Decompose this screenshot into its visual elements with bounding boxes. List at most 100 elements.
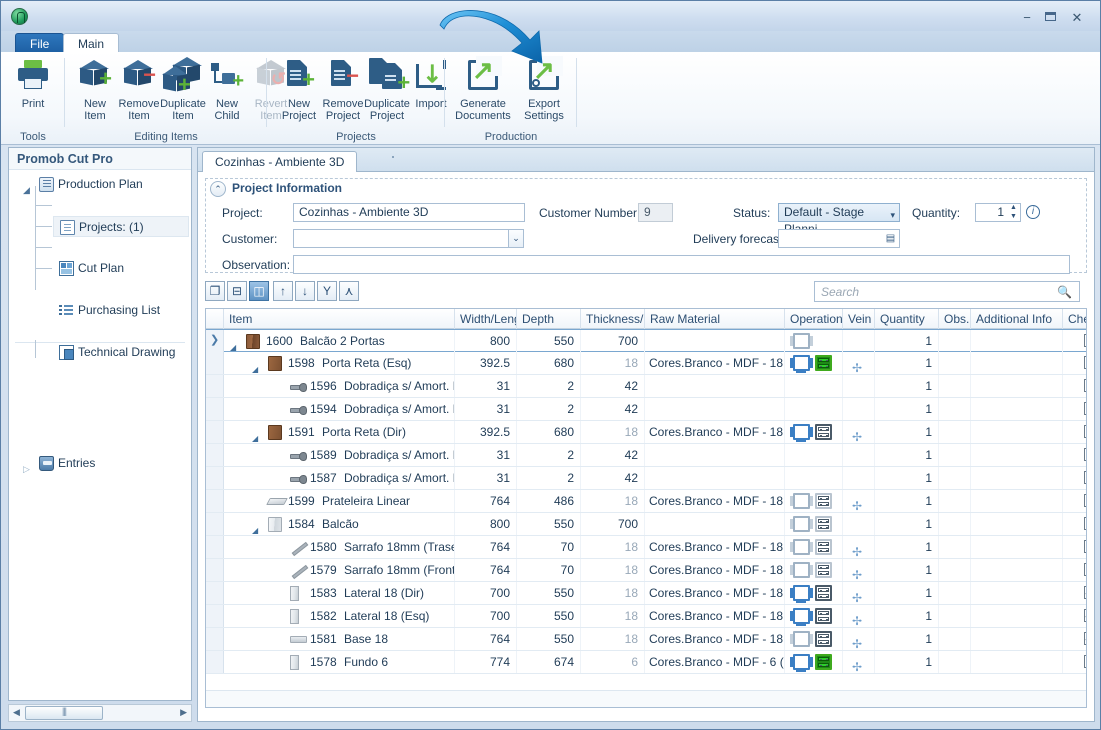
cell-obs[interactable]	[939, 628, 971, 650]
grid-header-depth[interactable]: Depth	[517, 309, 581, 329]
cell-checked[interactable]	[1063, 490, 1086, 512]
cell-checked[interactable]	[1063, 444, 1086, 466]
move-up-button[interactable]: ↑	[273, 281, 293, 301]
customer-input[interactable]	[293, 229, 509, 248]
cell-quantity[interactable]: 1	[875, 628, 939, 650]
grid-header-checked[interactable]: Checked	[1063, 309, 1086, 329]
cell-thickness[interactable]: 18	[581, 490, 645, 512]
cell-operations[interactable]	[785, 582, 843, 604]
grid-header-raw-material[interactable]: Raw Material	[645, 309, 785, 329]
cell-additional-info[interactable]	[971, 421, 1063, 443]
vein-direction-icon[interactable]: ✢	[852, 610, 862, 627]
cell-obs[interactable]	[939, 444, 971, 466]
checked-checkbox[interactable]	[1084, 609, 1086, 622]
vein-direction-icon[interactable]: ✢	[852, 426, 862, 443]
chevron-expanded-icon[interactable]: ◢	[230, 337, 236, 352]
cell-additional-info[interactable]	[971, 398, 1063, 420]
checked-checkbox[interactable]	[1084, 540, 1086, 553]
cell-depth[interactable]: 680	[517, 352, 581, 374]
collapse-all-button[interactable]: ⊟	[227, 281, 247, 301]
merge-button[interactable]: Y	[317, 281, 337, 301]
row-gutter[interactable]	[206, 352, 224, 374]
grid-header-obs[interactable]: Obs.	[939, 309, 971, 329]
cell-raw-material[interactable]	[645, 330, 785, 352]
close-button[interactable]: ✕	[1066, 10, 1088, 25]
cell-thickness[interactable]: 42	[581, 467, 645, 489]
cell-item[interactable]: 1582 Lateral 18 (Esq)	[224, 605, 455, 627]
chevron-double-down-icon[interactable]: ⌄	[509, 229, 524, 248]
edge-banding-icon[interactable]	[790, 562, 813, 578]
cell-operations[interactable]	[785, 398, 843, 420]
toggle-columns-button[interactable]: ◫	[249, 281, 269, 301]
sidebar-item-production-plan[interactable]: ◢ Production Plan	[9, 174, 191, 195]
move-down-button[interactable]: ↓	[295, 281, 315, 301]
cell-thickness[interactable]: 700	[581, 513, 645, 535]
cell-width[interactable]: 392.5	[455, 352, 517, 374]
sidebar-item-entries[interactable]: ▷ Entries	[9, 453, 191, 474]
cell-obs[interactable]	[939, 467, 971, 489]
cell-operations[interactable]	[785, 444, 843, 466]
cell-item[interactable]: 1579 Sarrafo 18mm (Frontal)	[224, 559, 455, 581]
row-gutter[interactable]	[206, 490, 224, 512]
chevron-expanded-icon[interactable]: ◢	[252, 359, 258, 374]
stepper-up-icon[interactable]: ▲	[1008, 203, 1019, 212]
checked-checkbox[interactable]	[1084, 402, 1086, 415]
grid-header-thickness[interactable]: Thickness/H	[581, 309, 645, 329]
cell-checked[interactable]	[1063, 467, 1086, 489]
cell-operations[interactable]	[785, 490, 843, 512]
cell-width[interactable]: 764	[455, 490, 517, 512]
checked-checkbox[interactable]	[1084, 586, 1086, 599]
grid-header-vein[interactable]: Vein	[843, 309, 875, 329]
cell-operations[interactable]	[785, 467, 843, 489]
edge-banding-icon[interactable]	[790, 424, 813, 442]
info-icon[interactable]: i	[1026, 205, 1040, 219]
cell-operations[interactable]	[785, 330, 843, 352]
cell-width[interactable]: 800	[455, 330, 517, 352]
cell-thickness[interactable]: 18	[581, 536, 645, 558]
cell-operations[interactable]	[785, 559, 843, 581]
grid-header-operations[interactable]: Operations	[785, 309, 843, 329]
table-row[interactable]: 1583 Lateral 18 (Dir) 700 550 18 Cores.Branco…	[206, 582, 1086, 605]
row-gutter[interactable]	[206, 421, 224, 443]
cell-raw-material[interactable]: Cores.Branco - MDF - 18 (2	[645, 421, 785, 443]
edge-banding-icon[interactable]	[790, 333, 813, 349]
cell-width[interactable]: 764	[455, 628, 517, 650]
checked-checkbox[interactable]	[1084, 494, 1086, 507]
checked-checkbox[interactable]	[1084, 655, 1086, 668]
edge-banding-icon[interactable]	[790, 608, 813, 626]
cell-item[interactable]: 1594 Dobradiça s/ Amort. Ret	[224, 398, 455, 420]
cell-vein[interactable]: ✢	[843, 490, 875, 512]
export-settings-button[interactable]: ↗ Export Settings	[515, 56, 573, 124]
arrow-right-icon[interactable]: ▶	[180, 707, 187, 718]
cell-checked[interactable]	[1063, 330, 1086, 352]
cell-additional-info[interactable]	[971, 352, 1063, 374]
cell-width[interactable]: 764	[455, 559, 517, 581]
table-row[interactable]: 1587 Dobradiça s/ Amort. Ret31242 1	[206, 467, 1086, 490]
table-row[interactable]: 1579 Sarrafo 18mm (Frontal)7647018Cores.B…	[206, 559, 1086, 582]
cell-additional-info[interactable]	[971, 559, 1063, 581]
cell-quantity[interactable]: 1	[875, 421, 939, 443]
machining-icon[interactable]	[815, 493, 832, 509]
cell-width[interactable]: 700	[455, 605, 517, 627]
cell-obs[interactable]	[939, 651, 971, 673]
checked-checkbox[interactable]	[1084, 632, 1086, 645]
cell-depth[interactable]: 550	[517, 605, 581, 627]
cell-raw-material[interactable]: Cores.Branco - MDF - 18 (2	[645, 628, 785, 650]
machining-icon[interactable]	[815, 654, 832, 670]
chevron-expanded-icon[interactable]: ◢	[23, 180, 33, 195]
grid-header-item[interactable]: Item	[224, 309, 455, 329]
cell-raw-material[interactable]	[645, 444, 785, 466]
cell-obs[interactable]	[939, 398, 971, 420]
cell-operations[interactable]	[785, 536, 843, 558]
quantity-stepper[interactable]: ▲ ▼	[1008, 203, 1019, 222]
cell-depth[interactable]: 2	[517, 398, 581, 420]
machining-icon[interactable]	[815, 585, 832, 601]
cell-obs[interactable]	[939, 536, 971, 558]
cell-quantity[interactable]: 1	[875, 559, 939, 581]
cell-raw-material[interactable]	[645, 398, 785, 420]
cell-obs[interactable]	[939, 352, 971, 374]
cell-vein[interactable]	[843, 513, 875, 535]
grid-header-quantity[interactable]: Quantity	[875, 309, 939, 329]
edge-banding-icon[interactable]	[790, 493, 813, 509]
cell-checked[interactable]	[1063, 628, 1086, 650]
